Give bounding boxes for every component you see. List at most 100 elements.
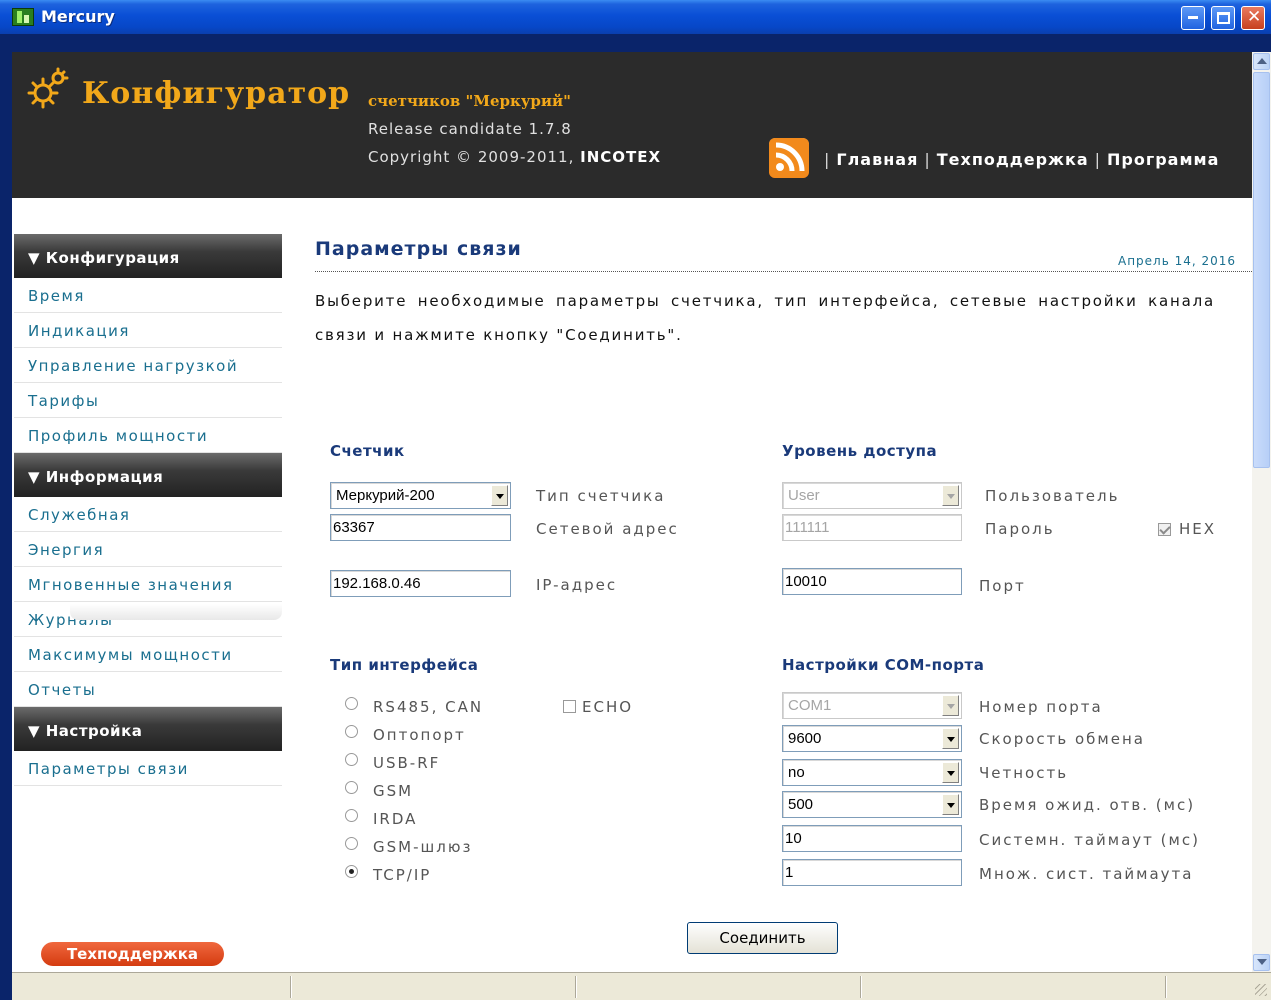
scroll-down-button[interactable] bbox=[1253, 954, 1270, 971]
sidebar-item-power-profile[interactable]: Профиль мощности bbox=[14, 418, 282, 453]
chevron-down-icon bbox=[1257, 959, 1267, 965]
page-date: Апрель 14, 2016 bbox=[1118, 254, 1237, 268]
meter-type-select[interactable]: Меркурий-200 bbox=[330, 482, 511, 509]
nav-link-home[interactable]: Главная bbox=[836, 150, 918, 169]
radio-button[interactable] bbox=[345, 725, 358, 738]
sidebar-item-label: Мгновенные значения bbox=[28, 576, 234, 594]
user-label: Пользователь bbox=[985, 487, 1120, 505]
status-separator bbox=[290, 976, 291, 998]
baud-rate-select[interactable]: 9600 bbox=[782, 725, 962, 752]
response-wait-value: 500 bbox=[788, 796, 814, 813]
status-bar bbox=[12, 972, 1271, 1000]
status-separator bbox=[575, 976, 576, 998]
close-button[interactable]: ✕ bbox=[1241, 6, 1265, 30]
counter-section-title: Счетчик bbox=[330, 442, 405, 460]
sidebar-item-energy[interactable]: Энергия bbox=[14, 532, 282, 567]
sidebar-item-service[interactable]: Служебная bbox=[14, 497, 282, 532]
sidebar-section-configuration[interactable]: ▼ Конфигурация bbox=[14, 234, 282, 278]
app-icon bbox=[12, 8, 34, 26]
title-divider bbox=[315, 271, 1252, 272]
sidebar-item-label: Профиль мощности bbox=[28, 427, 209, 445]
timeout-multiplier-input[interactable]: 1 bbox=[782, 859, 962, 886]
vertical-scrollbar[interactable] bbox=[1252, 52, 1271, 972]
sidebar-shadow bbox=[70, 604, 282, 620]
radio-button[interactable] bbox=[345, 697, 358, 710]
sidebar-item-label: Максимумы мощности bbox=[28, 646, 233, 664]
sidebar-item-time[interactable]: Время bbox=[14, 278, 282, 313]
intro-text: Выберите необходимые параметры счетчика,… bbox=[315, 292, 1215, 344]
radio-label: TCP/IP bbox=[373, 866, 432, 884]
radio-button[interactable] bbox=[345, 837, 358, 850]
sidebar-item-reports[interactable]: Отчеты bbox=[14, 672, 282, 707]
app-window: Mercury ✕ Конфигуратор счетчиков "Меркур… bbox=[0, 0, 1271, 1000]
echo-checkbox[interactable] bbox=[563, 700, 576, 713]
sidebar-item-power-maximums[interactable]: Максимумы мощности bbox=[14, 637, 282, 672]
radio-label: GSM bbox=[373, 782, 414, 800]
radio-button[interactable] bbox=[345, 753, 358, 766]
scroll-up-button[interactable] bbox=[1253, 53, 1270, 70]
system-timeout-input[interactable]: 10 bbox=[782, 825, 962, 852]
nav-link-program[interactable]: Программа bbox=[1107, 150, 1219, 169]
scroll-thumb[interactable] bbox=[1253, 72, 1270, 468]
sidebar-item-label: Параметры связи bbox=[28, 760, 189, 778]
resize-grip-icon[interactable] bbox=[1255, 984, 1267, 996]
support-button[interactable]: Техподдержка bbox=[41, 942, 224, 966]
copyright-text: Copyright © 2009-2011, INCOTEX bbox=[368, 148, 661, 166]
header: Конфигуратор счетчиков "Меркурий" Releas… bbox=[12, 52, 1252, 198]
chevron-down-icon[interactable] bbox=[491, 485, 508, 506]
interface-section-title: Тип интерфейса bbox=[330, 656, 479, 674]
ip-address-input[interactable]: 192.168.0.46 bbox=[330, 570, 511, 597]
hex-checkbox[interactable] bbox=[1158, 523, 1171, 536]
page-title: Параметры связи bbox=[315, 238, 522, 260]
sidebar-item-connection-params[interactable]: Параметры связи bbox=[14, 751, 282, 786]
radio-label: Оптопорт bbox=[373, 726, 466, 744]
parity-select[interactable]: no bbox=[782, 759, 962, 786]
sidebar-item-tariffs[interactable]: Тарифы bbox=[14, 383, 282, 418]
radio-label: RS485, CAN bbox=[373, 698, 484, 716]
user-value: User bbox=[788, 487, 820, 504]
radio-button[interactable] bbox=[345, 865, 358, 878]
port-label: Порт bbox=[979, 577, 1026, 595]
sidebar-item-label: Индикация bbox=[28, 322, 130, 340]
section-title: ▼ Конфигурация bbox=[28, 249, 180, 267]
sidebar-item-load-control[interactable]: Управление нагрузкой bbox=[14, 348, 282, 383]
ip-address-label: IP-адрес bbox=[536, 576, 618, 594]
response-wait-label: Время ожид. отв. (мс) bbox=[979, 796, 1196, 814]
sidebar-section-information[interactable]: ▼ Информация bbox=[14, 453, 282, 497]
meter-type-label: Тип счетчика bbox=[536, 487, 666, 505]
nav-link-support[interactable]: Техподдержка bbox=[937, 150, 1089, 169]
chevron-down-icon[interactable] bbox=[942, 728, 959, 749]
minimize-button[interactable] bbox=[1181, 6, 1205, 30]
response-wait-select[interactable]: 500 bbox=[782, 791, 962, 818]
chevron-down-icon[interactable] bbox=[942, 762, 959, 783]
sidebar-item-indication[interactable]: Индикация bbox=[14, 313, 282, 348]
com-port-value: COM1 bbox=[788, 697, 832, 714]
minimize-icon bbox=[1188, 16, 1198, 19]
sidebar-item-instant-values[interactable]: Мгновенные значения bbox=[14, 567, 282, 602]
sidebar-item-label: Отчеты bbox=[28, 681, 97, 699]
nav-separator: | bbox=[824, 150, 831, 169]
title-bar[interactable]: Mercury ✕ bbox=[0, 0, 1271, 34]
connect-button[interactable]: Соединить bbox=[687, 922, 838, 954]
sidebar-item-label: Тарифы bbox=[28, 392, 100, 410]
access-section-title: Уровень доступа bbox=[782, 442, 938, 460]
radio-label: IRDA bbox=[373, 810, 418, 828]
section-title: ▼ Информация bbox=[28, 468, 164, 486]
echo-label: ECHO bbox=[582, 698, 634, 716]
com-port-label: Номер порта bbox=[979, 698, 1103, 716]
top-nav: | Главная | Техподдержка | Программа bbox=[818, 150, 1219, 169]
com-section-title: Настройки COM-порта bbox=[782, 656, 985, 674]
maximize-icon bbox=[1217, 12, 1230, 24]
radio-button[interactable] bbox=[345, 809, 358, 822]
meter-type-value: Меркурий-200 bbox=[336, 487, 435, 504]
radio-button[interactable] bbox=[345, 781, 358, 794]
gear-icon bbox=[27, 67, 69, 109]
net-address-input[interactable]: 63367 bbox=[330, 514, 511, 541]
chevron-down-icon[interactable] bbox=[942, 794, 959, 815]
sidebar-section-settings[interactable]: ▼ Настройка bbox=[14, 707, 282, 751]
sidebar: ▼ Конфигурация Время Индикация Управлени… bbox=[14, 234, 282, 786]
parity-value: no bbox=[788, 764, 805, 781]
rss-icon[interactable] bbox=[769, 138, 809, 178]
maximize-button[interactable] bbox=[1211, 6, 1235, 30]
port-input[interactable]: 10010 bbox=[782, 568, 962, 595]
